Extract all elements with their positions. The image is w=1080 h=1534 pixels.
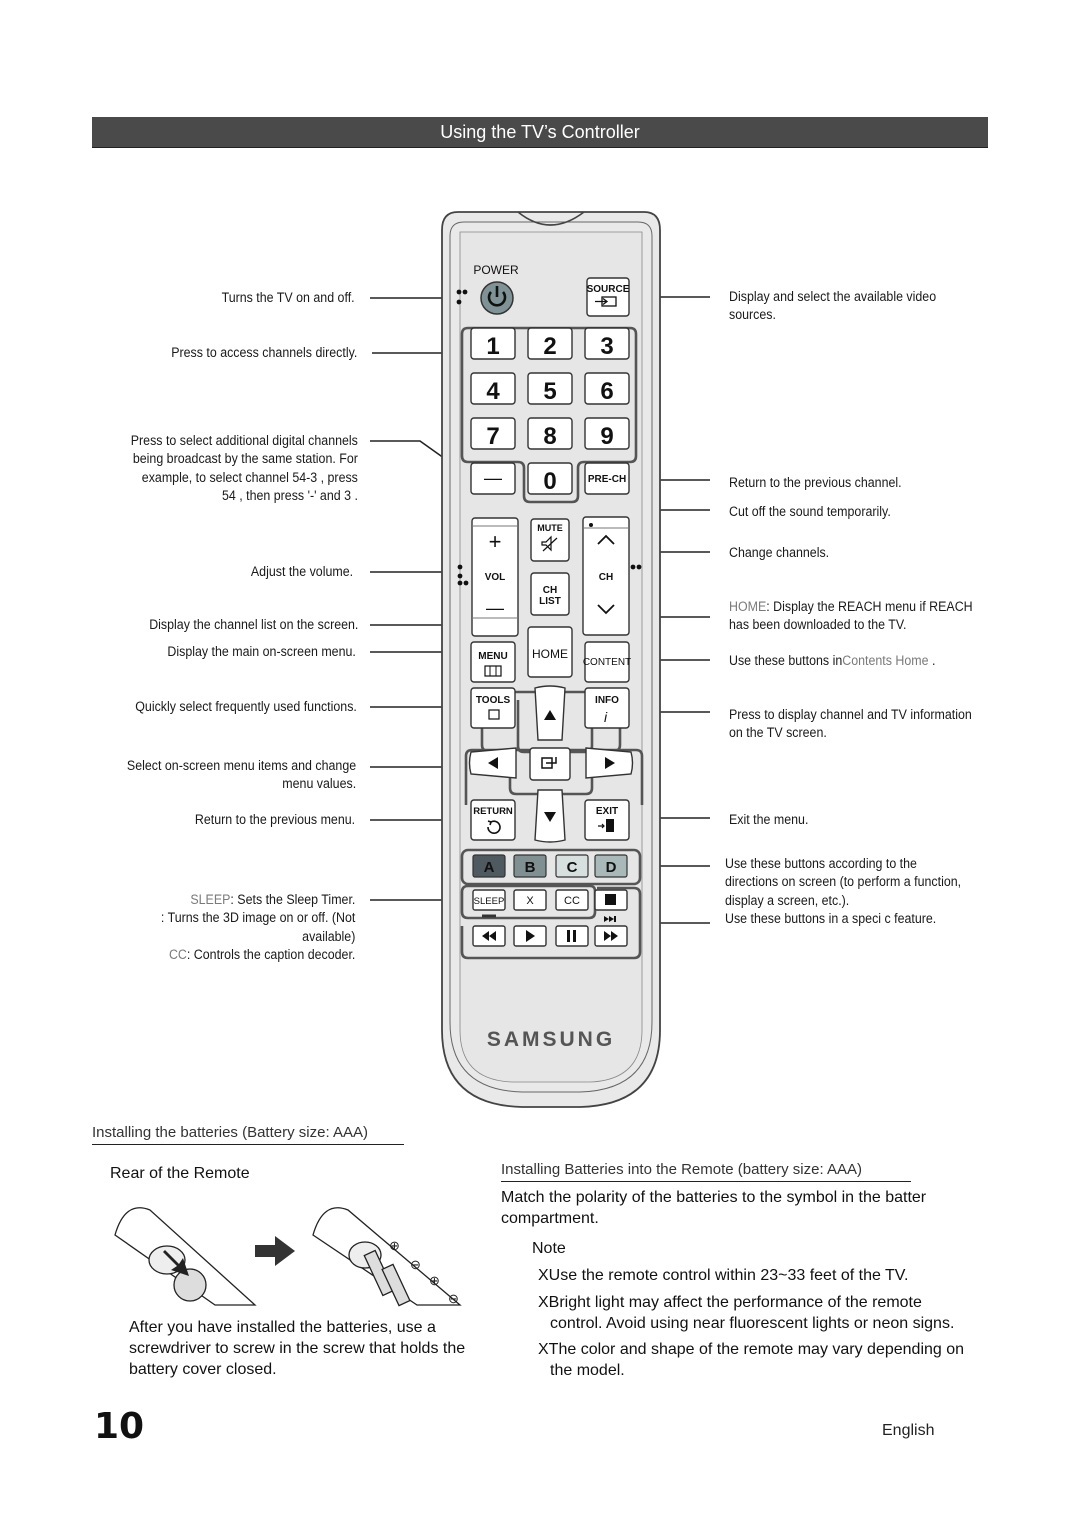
callout-ch: Change channels. <box>729 545 830 560</box>
callout-source: Display and select the available video s… <box>729 289 937 323</box>
svg-text:7: 7 <box>486 423 499 450</box>
note-label: Note <box>532 1240 566 1257</box>
volume-down[interactable]: — <box>486 598 504 618</box>
polarity-plus-2: ⊕ <box>429 1273 440 1288</box>
svg-text:PRE-CH: PRE-CH <box>588 474 626 485</box>
note-item: XBright light may affect the performance… <box>538 1294 955 1332</box>
svg-text:D: D <box>606 859 617 876</box>
svg-text:8: 8 <box>543 423 556 450</box>
svg-text:CC: CC <box>564 895 580 907</box>
callout-content: Use these buttons inContents Home . <box>729 653 936 668</box>
skip-icon <box>614 916 616 922</box>
polarity-minus-1: ⊖ <box>410 1257 421 1272</box>
callout-color-buttons: Use these buttons according to the direc… <box>725 855 961 929</box>
samsung-logo: SAMSUNG <box>487 1028 615 1051</box>
svg-text:A: A <box>484 859 495 876</box>
callout-mute: Cut off the sound temporarily. <box>729 504 891 519</box>
callout-return: Return to the previous menu. <box>194 812 355 827</box>
svg-text:6: 6 <box>600 378 613 405</box>
svg-text:MENU: MENU <box>478 651 507 662</box>
note-item: XThe color and shape of the remote may v… <box>538 1341 965 1379</box>
tools-button[interactable] <box>470 687 516 729</box>
callout-nav: Select on-screen menu items and change m… <box>126 758 356 792</box>
svg-text:4: 4 <box>486 378 500 405</box>
polarity-plus-1: ⊕ <box>389 1238 400 1253</box>
callout-tools: Quickly select frequently used functions… <box>135 699 357 714</box>
callout-digits: Press to access channels directly. <box>170 345 357 360</box>
svg-text:CH: CH <box>599 572 613 583</box>
svg-text:CH: CH <box>543 585 557 596</box>
callout-chlist: Display the channel list on the screen. <box>148 617 358 632</box>
rear-title: Rear of the Remote <box>110 1165 250 1182</box>
svg-text:B: B <box>525 859 536 876</box>
svg-text:0: 0 <box>543 468 556 495</box>
pause-button[interactable] <box>555 925 589 947</box>
svg-text:—: — <box>484 468 502 488</box>
svg-text:CONTENT: CONTENT <box>583 657 631 668</box>
language-label: English <box>882 1422 935 1439</box>
svg-text:LIST: LIST <box>539 596 561 607</box>
svg-text:MUTE: MUTE <box>537 523 563 533</box>
svg-text:X: X <box>526 895 534 907</box>
svg-text:RETURN: RETURN <box>473 806 513 817</box>
svg-text:EXIT: EXIT <box>596 806 618 817</box>
callout-info: Press to display channel and TV informat… <box>729 707 972 741</box>
callout-exit: Exit the menu. <box>729 812 809 827</box>
batteries-section-title: Installing the batteries (Battery size: … <box>92 1124 404 1145</box>
callout-prech: Return to the previous channel. <box>729 475 902 490</box>
battery-install-illustration: ⊕ ⊖ ⊕ ⊖ <box>114 1207 462 1307</box>
callout-menu: Display the main on-screen menu. <box>167 644 356 659</box>
batteries-remote-title: Installing Batteries into the Remote (ba… <box>501 1161 911 1182</box>
svg-text:1: 1 <box>486 333 499 360</box>
polarity-minus-2: ⊖ <box>448 1291 459 1306</box>
callout-power: Turns the TV on and off. <box>221 290 355 305</box>
volume-up[interactable]: + <box>489 529 502 554</box>
remote-illustration: .btn{fill:#fff;stroke:#333;stroke-width:… <box>441 211 661 1108</box>
svg-text:TOOLS: TOOLS <box>476 695 511 706</box>
svg-text:VOL: VOL <box>485 572 506 583</box>
power-label: POWER <box>473 263 519 277</box>
callout-sleep-group: SLEEP: Sets the Sleep Timer. : Turns the… <box>160 892 355 963</box>
polarity-text: Match the polarity of the batteries to t… <box>501 1189 927 1227</box>
svg-text:INFO: INFO <box>595 695 619 706</box>
next-step-arrow-icon <box>255 1236 295 1266</box>
svg-text:SLEEP: SLEEP <box>474 896 505 907</box>
svg-text:C: C <box>567 859 578 876</box>
enter-button[interactable] <box>529 747 571 781</box>
stop-icon <box>605 894 616 905</box>
callout-home: HOME: Display the REACH menu if REACH ha… <box>729 599 973 633</box>
svg-text:SOURCE: SOURCE <box>587 284 630 295</box>
after-install-text: After you have installed the batteries, … <box>129 1319 466 1378</box>
svg-text:2: 2 <box>543 333 556 360</box>
callout-volume: Adjust the volume. <box>250 564 353 579</box>
callout-playback: Use these buttons in a speci c feature. <box>725 911 937 927</box>
page-number: 10 <box>94 1406 145 1447</box>
svg-text:3: 3 <box>600 333 613 360</box>
svg-text:9: 9 <box>600 423 613 450</box>
note-item: XUse the remote control within 23~33 fee… <box>538 1267 909 1284</box>
pause-icon <box>567 930 570 942</box>
callout-dash: Press to select additional digital chann… <box>130 433 358 504</box>
svg-text:HOME: HOME <box>532 647 568 661</box>
svg-text:5: 5 <box>543 378 556 405</box>
